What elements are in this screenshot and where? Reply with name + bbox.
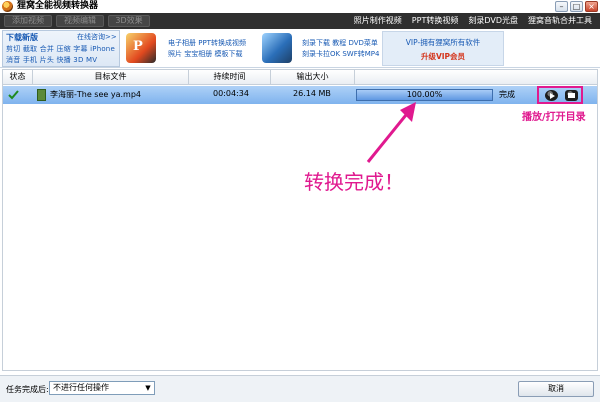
task-list: 李海丽-The see ya.mp4 00:04:34 26.14 MB 100… [2, 85, 598, 371]
video-file-icon [37, 89, 46, 101]
feature-links-row1[interactable]: 剪切 截取 合并 压缩 字幕 iPhone [6, 44, 115, 54]
after-task-select[interactable]: 不进行任何操作 ▼ [49, 381, 155, 395]
after-task-label: 任务完成后: [6, 385, 49, 394]
maximize-button[interactable]: □ [570, 1, 583, 12]
app-logo-icon [2, 1, 13, 12]
3d-effect-tab[interactable]: 3D效果 [108, 15, 150, 27]
vip-box[interactable]: VIP-拥有狸窝所有软件 升级VIP会员 [382, 31, 504, 66]
table-row[interactable]: 李海丽-The see ya.mp4 00:04:34 26.14 MB 100… [3, 86, 597, 104]
video-edit-tab[interactable]: 视频编辑 [56, 15, 104, 27]
check-icon [8, 90, 19, 100]
vip-line1: VIP-拥有狸窝所有软件 [405, 38, 481, 47]
top-links: 照片制作视频 PPT转换视频 刻录DVD光盘 狸窝音轨合并工具 [354, 15, 592, 27]
promo2-line2[interactable]: 刻录卡拉OK SWF转MP4 [302, 49, 379, 59]
status-text: 完成 [499, 90, 515, 99]
download-new-link[interactable]: 下载新版 [6, 32, 38, 43]
online-consult-link[interactable]: 在线咨询>> [77, 32, 117, 42]
cancel-button[interactable]: 取消 [518, 381, 594, 397]
action-highlight-box [537, 86, 583, 104]
close-button[interactable]: × [585, 1, 598, 12]
promo1-line2[interactable]: 照片 宝宝相册 模板下载 [168, 49, 242, 59]
upgrade-vip-link[interactable]: 升级VIP会员 [383, 51, 503, 62]
play-icon [550, 93, 555, 99]
ppt-video-link[interactable]: PPT转换视频 [412, 15, 459, 27]
audio-merge-link[interactable]: 狸窝音轨合并工具 [528, 15, 592, 27]
add-video-tab[interactable]: 添加视频 [4, 15, 52, 27]
play-button[interactable] [545, 90, 558, 101]
folder-icon [568, 93, 575, 98]
col-target-file[interactable]: 目标文件 [33, 70, 189, 84]
done-annotation: 转换完成！ [304, 170, 404, 194]
menu-strip: 添加视频 视频编辑 3D效果 照片制作视频 PPT转换视频 刻录DVD光盘 狸窝… [0, 13, 600, 29]
col-output-size[interactable]: 输出大小 [271, 70, 355, 84]
feature-links-row2[interactable]: 消音 手机 片头 快播 3D MV [6, 55, 97, 65]
chevron-down-icon: ▼ [145, 384, 151, 392]
file-name: 李海丽-The see ya.mp4 [50, 90, 142, 99]
play-open-annotation: 播放/打开目录 [522, 112, 586, 123]
duration-value: 00:04:34 [213, 89, 249, 98]
photo-video-link[interactable]: 照片制作视频 [354, 15, 402, 27]
download-box: 下载新版 在线咨询>> 剪切 截取 合并 压缩 字幕 iPhone 消音 手机 … [2, 30, 120, 67]
output-size-value: 26.14 MB [293, 89, 331, 98]
promo-strip: 下载新版 在线咨询>> 剪切 截取 合并 压缩 字幕 iPhone 消音 手机 … [0, 29, 600, 68]
col-progress [355, 70, 597, 84]
open-folder-button[interactable] [565, 90, 578, 101]
col-duration[interactable]: 持续时间 [189, 70, 271, 84]
promo1-line1[interactable]: 电子相册 PPT转换成视频 [168, 38, 246, 48]
window-controls: – □ × [555, 1, 598, 12]
dvd-phone-icon[interactable] [262, 33, 292, 63]
minimize-button[interactable]: – [555, 1, 568, 12]
col-status[interactable]: 状态 [3, 70, 33, 84]
promo2-line1[interactable]: 刻录下载 教程 DVD菜单 [302, 38, 378, 48]
title-bar: 狸窝全能视频转换器 – □ × [0, 0, 600, 13]
column-header: 状态 目标文件 持续时间 输出大小 [2, 69, 598, 85]
burn-dvd-link[interactable]: 刻录DVD光盘 [468, 15, 518, 27]
window-title: 狸窝全能视频转换器 [17, 1, 99, 11]
annotation-arrow [366, 102, 416, 163]
ppt-album-icon[interactable]: P [126, 33, 156, 63]
bottom-bar: 任务完成后: 不进行任何操作 ▼ 取消 [0, 375, 600, 402]
after-task-value: 不进行任何操作 [53, 383, 109, 392]
